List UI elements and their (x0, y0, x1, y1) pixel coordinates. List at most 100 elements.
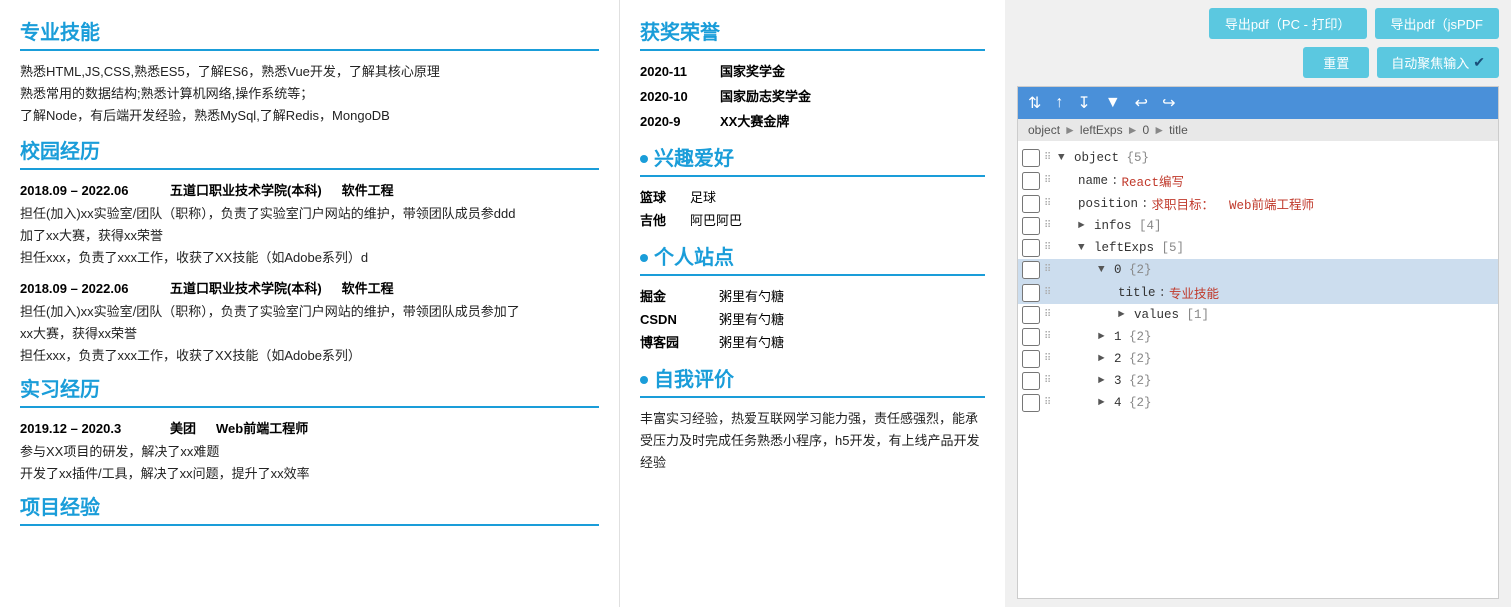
tree-key-title: title (1118, 286, 1156, 300)
site-2-key: CSDN (640, 312, 695, 327)
tree-checkbox-3[interactable] (1022, 372, 1040, 390)
tree-toggle-3[interactable]: ► (1098, 375, 1110, 387)
tree-toggle-infos[interactable]: ► (1078, 220, 1090, 232)
tree-checkbox-object[interactable] (1022, 149, 1040, 167)
breadcrumb-sep-3: ► (1153, 123, 1165, 137)
campus-section: 校园经历 2018.09 – 2022.06 五道口职业技术学院(本科) 软件工… (20, 135, 599, 367)
tree-checkbox-2[interactable] (1022, 350, 1040, 368)
campus-divider (20, 168, 599, 170)
skills-divider (20, 49, 599, 51)
sites-list: 掘金 粥里有勺糖 CSDN 粥里有勺糖 博客园 粥里有勺糖 (640, 286, 985, 351)
skills-line-1: 熟悉HTML,JS,CSS,熟悉ES5，了解ES6，熟悉Vue开发，了解其核心原… (20, 61, 599, 83)
tree-drag-infos: ⠿ (1044, 220, 1058, 232)
undo-icon[interactable]: ↩ (1135, 93, 1148, 113)
tree-checkbox-name[interactable] (1022, 172, 1040, 190)
tree-row-values[interactable]: ⠿ ► values [1] (1018, 304, 1498, 326)
site-3-val: 粥里有勺糖 (719, 332, 784, 351)
tree-meta-values: [1] (1179, 308, 1209, 322)
tree-row-title[interactable]: ⠿ title : 专业技能 (1018, 281, 1498, 304)
tree-checkbox-position[interactable] (1022, 195, 1040, 213)
hobby-2-val: 阿巴阿巴 (690, 210, 742, 229)
campus-title: 校园经历 (20, 135, 599, 164)
tree-row-object[interactable]: ⠿ ▼ object {5} (1018, 147, 1498, 169)
tree-checkbox-title[interactable] (1022, 284, 1040, 302)
tree-key-1: 1 (1114, 330, 1122, 344)
tree-toggle-values[interactable]: ► (1118, 309, 1130, 321)
tree-key-infos: infos (1094, 219, 1132, 233)
tree-row-position[interactable]: ⠿ position : 求职目标： Web前端工程师 (1018, 192, 1498, 215)
tree-toggle-1[interactable]: ► (1098, 331, 1110, 343)
tree-checkbox-1[interactable] (1022, 328, 1040, 346)
tree-toggle-2[interactable]: ► (1098, 353, 1110, 365)
award-row-2: 2020-10 国家励志奖学金 (640, 86, 985, 105)
awards-section: 获奖荣誉 2020-11 国家奖学金 2020-10 国家励志奖学金 2020-… (640, 16, 985, 130)
reset-button[interactable]: 重置 (1303, 47, 1369, 78)
tree-key-2: 2 (1114, 352, 1122, 366)
tree-meta-3: {2} (1122, 374, 1152, 388)
auto-focus-button[interactable]: 自动聚焦输入 ✔ (1377, 47, 1499, 78)
export-pdf-jspdf-button[interactable]: 导出pdf（jsPDF (1375, 8, 1499, 39)
tree-checkbox-infos[interactable] (1022, 217, 1040, 235)
tree-row-name[interactable]: ⠿ name : React编写 (1018, 169, 1498, 192)
json-editor: ⇅ ↑ ↧ ▼ ↩ ↪ object ► leftExps ► 0 ► titl… (1017, 86, 1499, 599)
tree-checkbox-4[interactable] (1022, 394, 1040, 412)
campus-exp-1-desc: 担任(加入)xx实验室/团队（职称），负责了实验室门户网站的维护，带领团队成员参… (20, 203, 599, 269)
redo-icon[interactable]: ↪ (1162, 93, 1175, 113)
tree-drag-leftexps: ⠿ (1044, 242, 1058, 254)
tree-drag-object: ⠿ (1044, 152, 1058, 164)
tree-checkbox-values[interactable] (1022, 306, 1040, 324)
arrow-up-icon[interactable]: ↑ (1055, 94, 1063, 112)
campus-exp-1-major: 软件工程 (342, 180, 394, 199)
campus-exp-2-desc-3: 担任xxx，负责了xxx工作，收获了XX技能（如Adobe系列） (20, 345, 599, 367)
breadcrumb-leftexps: leftExps (1080, 123, 1123, 137)
tree-row-leftexps[interactable]: ⠿ ▼ leftExps [5] (1018, 237, 1498, 259)
tree-meta-1: {2} (1122, 330, 1152, 344)
json-breadcrumb: object ► leftExps ► 0 ► title (1018, 119, 1498, 141)
resume-panel: 专业技能 熟悉HTML,JS,CSS,熟悉ES5，了解ES6，熟悉Vue开发，了… (0, 0, 1005, 607)
swap-icon[interactable]: ⇅ (1028, 93, 1041, 113)
campus-exp-2-header: 2018.09 – 2022.06 五道口职业技术学院(本科) 软件工程 (20, 278, 599, 297)
tree-toggle-object[interactable]: ▼ (1058, 152, 1070, 164)
breadcrumb-object: object (1028, 123, 1060, 137)
intern-section: 实习经历 2019.12 – 2020.3 美团 Web前端工程师 参与XX项目… (20, 373, 599, 485)
tree-key-values: values (1134, 308, 1179, 322)
tree-row-1[interactable]: ⠿ ► 1 {2} (1018, 326, 1498, 348)
tree-drag-2: ⠿ (1044, 353, 1058, 365)
tree-drag-1: ⠿ (1044, 331, 1058, 343)
campus-exp-2-desc-1: 担任(加入)xx实验室/团队（职称），负责了实验室门户网站的维护，带领团队成员参… (20, 301, 599, 323)
award-1-date: 2020-11 (640, 64, 720, 79)
tree-row-3[interactable]: ⠿ ► 3 {2} (1018, 370, 1498, 392)
site-1-key: 掘金 (640, 286, 695, 305)
tree-meta-object: {5} (1119, 151, 1149, 165)
tree-row-infos[interactable]: ⠿ ► infos [4] (1018, 215, 1498, 237)
tree-toggle-0[interactable]: ▼ (1098, 264, 1110, 276)
campus-exp-2-major: 软件工程 (342, 278, 394, 297)
hobbies-section: 兴趣爱好 篮球 足球 吉他 阿巴阿巴 (640, 142, 985, 229)
resume-right-column: 获奖荣誉 2020-11 国家奖学金 2020-10 国家励志奖学金 2020-… (620, 0, 1005, 607)
skills-title: 专业技能 (20, 16, 599, 45)
sites-indicator (640, 254, 648, 262)
sort-icon[interactable]: ↧ (1077, 93, 1090, 113)
campus-exp-2-desc-2: xx大赛，获得xx荣誉 (20, 323, 599, 345)
tree-checkbox-0[interactable] (1022, 261, 1040, 279)
intern-exp-1-company: 美团 (170, 418, 196, 437)
tree-toggle-4[interactable]: ► (1098, 397, 1110, 409)
tree-row-2[interactable]: ⠿ ► 2 {2} (1018, 348, 1498, 370)
filter-icon[interactable]: ▼ (1105, 94, 1121, 112)
intern-exp-1-header: 2019.12 – 2020.3 美团 Web前端工程师 (20, 418, 599, 437)
awards-list: 2020-11 国家奖学金 2020-10 国家励志奖学金 2020-9 XX大… (640, 61, 985, 130)
tree-row-4[interactable]: ⠿ ► 4 {2} (1018, 392, 1498, 414)
hobby-1-key: 篮球 (640, 187, 690, 206)
tree-key-position: position (1078, 197, 1138, 211)
intern-exp-1: 2019.12 – 2020.3 美团 Web前端工程师 参与XX项目的研发，解… (20, 418, 599, 485)
tree-checkbox-leftexps[interactable] (1022, 239, 1040, 257)
skills-content: 熟悉HTML,JS,CSS,熟悉ES5，了解ES6，熟悉Vue开发，了解其核心原… (20, 61, 599, 127)
tree-drag-3: ⠿ (1044, 375, 1058, 387)
sites-title: 个人站点 (654, 241, 734, 270)
export-pdf-pc-button[interactable]: 导出pdf（PC - 打印） (1209, 8, 1367, 39)
tree-row-0[interactable]: ⠿ ▼ 0 {2} (1018, 259, 1498, 281)
resume-left-column: 专业技能 熟悉HTML,JS,CSS,熟悉ES5，了解ES6，熟悉Vue开发，了… (0, 0, 620, 607)
tree-value-position: 求职目标： Web前端工程师 (1152, 194, 1315, 213)
tree-toggle-leftexps[interactable]: ▼ (1078, 242, 1090, 254)
tree-meta-4: {2} (1122, 396, 1152, 410)
